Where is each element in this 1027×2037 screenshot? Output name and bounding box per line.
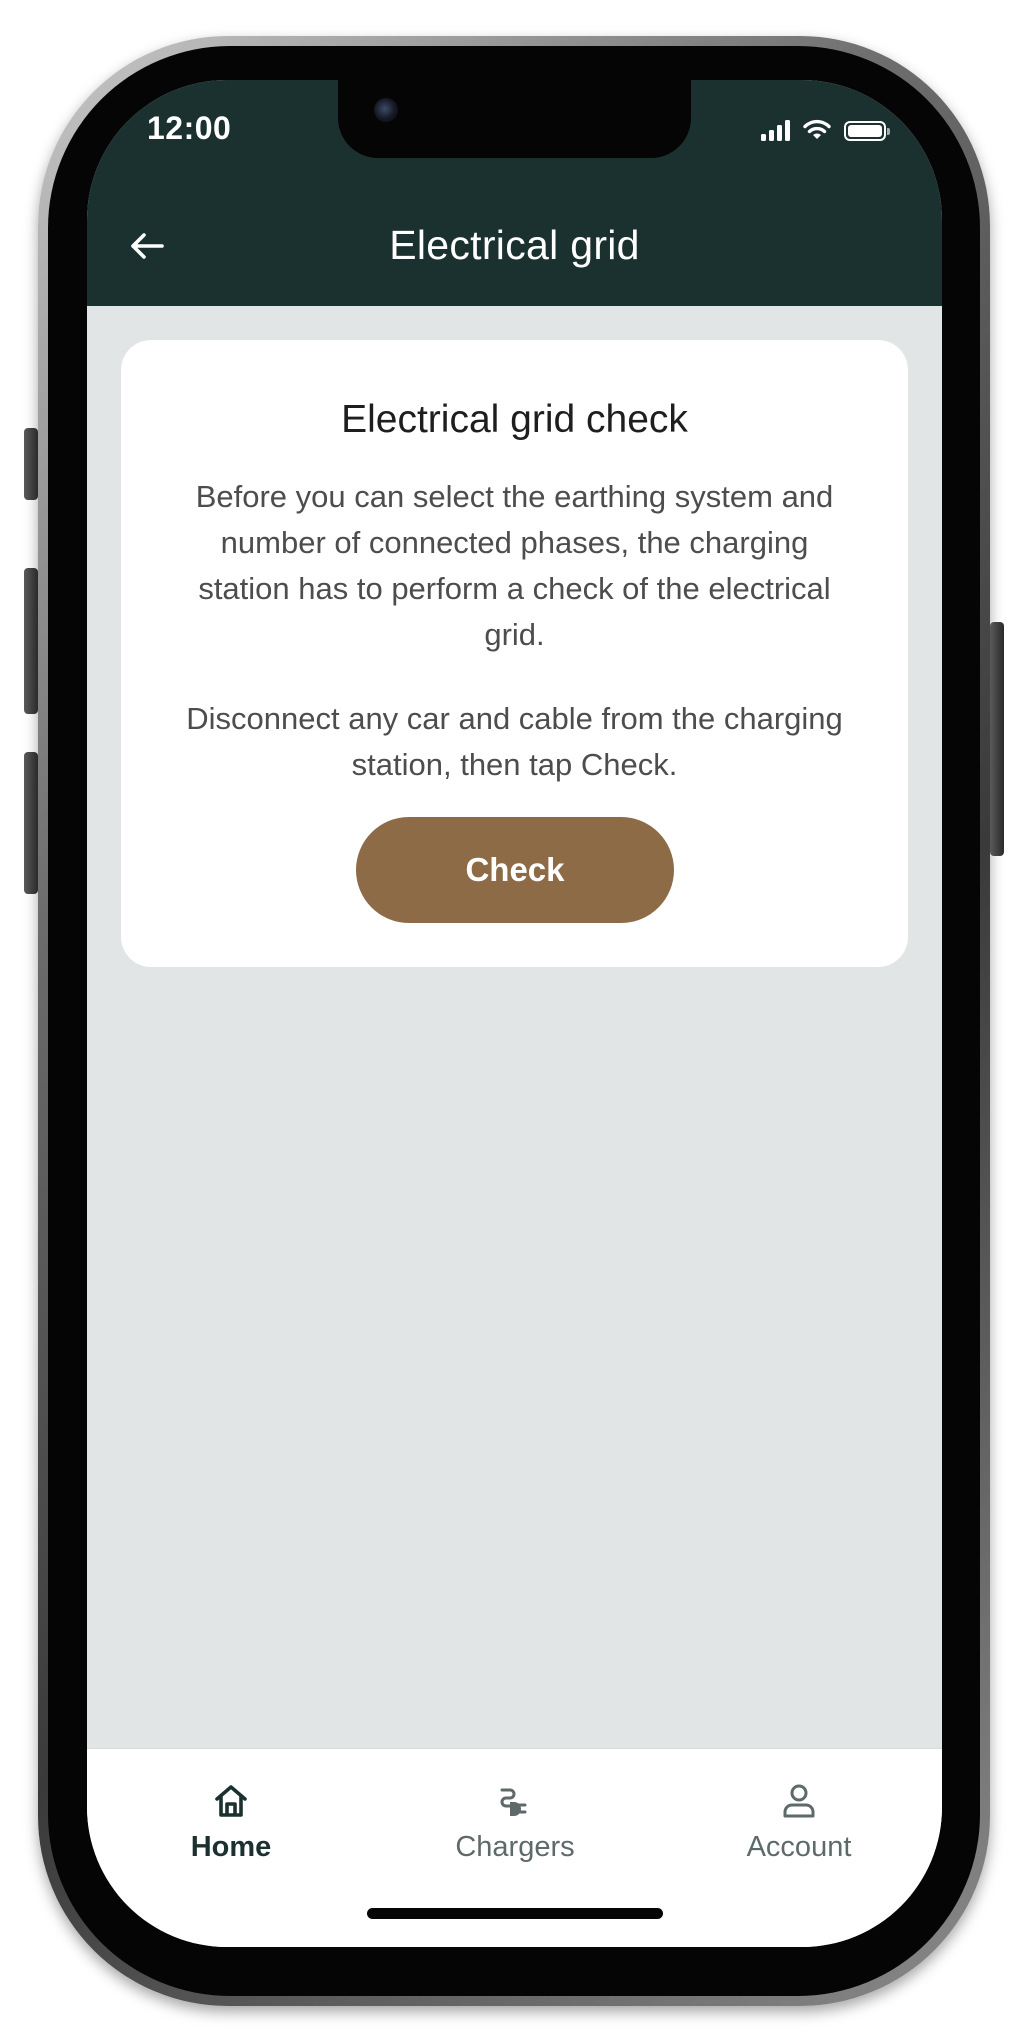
- volume-up-button: [24, 568, 38, 714]
- user-icon: [783, 1784, 815, 1818]
- signal-icon: [761, 119, 790, 141]
- card-instruction: Disconnect any car and cable from the ch…: [186, 701, 843, 782]
- card-description: Before you can select the earthing syste…: [195, 479, 834, 652]
- app-screen: 12:00 Electrical grid Electrical grid ch…: [87, 80, 942, 1947]
- nav-item-home[interactable]: Home: [131, 1781, 331, 1864]
- camera-icon: [374, 98, 398, 122]
- wifi-icon: [803, 119, 831, 139]
- power-button: [990, 622, 1004, 856]
- action-button: [24, 428, 38, 500]
- battery-icon: [844, 121, 890, 141]
- card-title: Electrical grid check: [341, 398, 688, 441]
- nav-label-chargers: Chargers: [455, 1831, 575, 1863]
- charger-plug-icon: [500, 1788, 527, 1816]
- bottom-nav: Home Chargers Account: [87, 1748, 942, 1947]
- status-icons: [761, 118, 890, 141]
- home-indicator[interactable]: [367, 1908, 663, 1919]
- status-time: 12:00: [147, 110, 232, 146]
- nav-item-chargers[interactable]: Chargers: [415, 1781, 615, 1864]
- nav-label-home: Home: [190, 1831, 272, 1863]
- page-title: Electrical grid: [389, 222, 640, 268]
- check-button[interactable]: Check: [356, 817, 674, 923]
- dynamic-island: [338, 80, 691, 158]
- nav-item-account[interactable]: Account: [699, 1781, 899, 1864]
- nav-label-account: Account: [746, 1831, 852, 1863]
- grid-check-card: Electrical grid check Before you can sel…: [121, 340, 908, 967]
- home-icon: [215, 1785, 247, 1817]
- volume-down-button: [24, 752, 38, 894]
- app-header: 12:00 Electrical grid: [87, 80, 942, 306]
